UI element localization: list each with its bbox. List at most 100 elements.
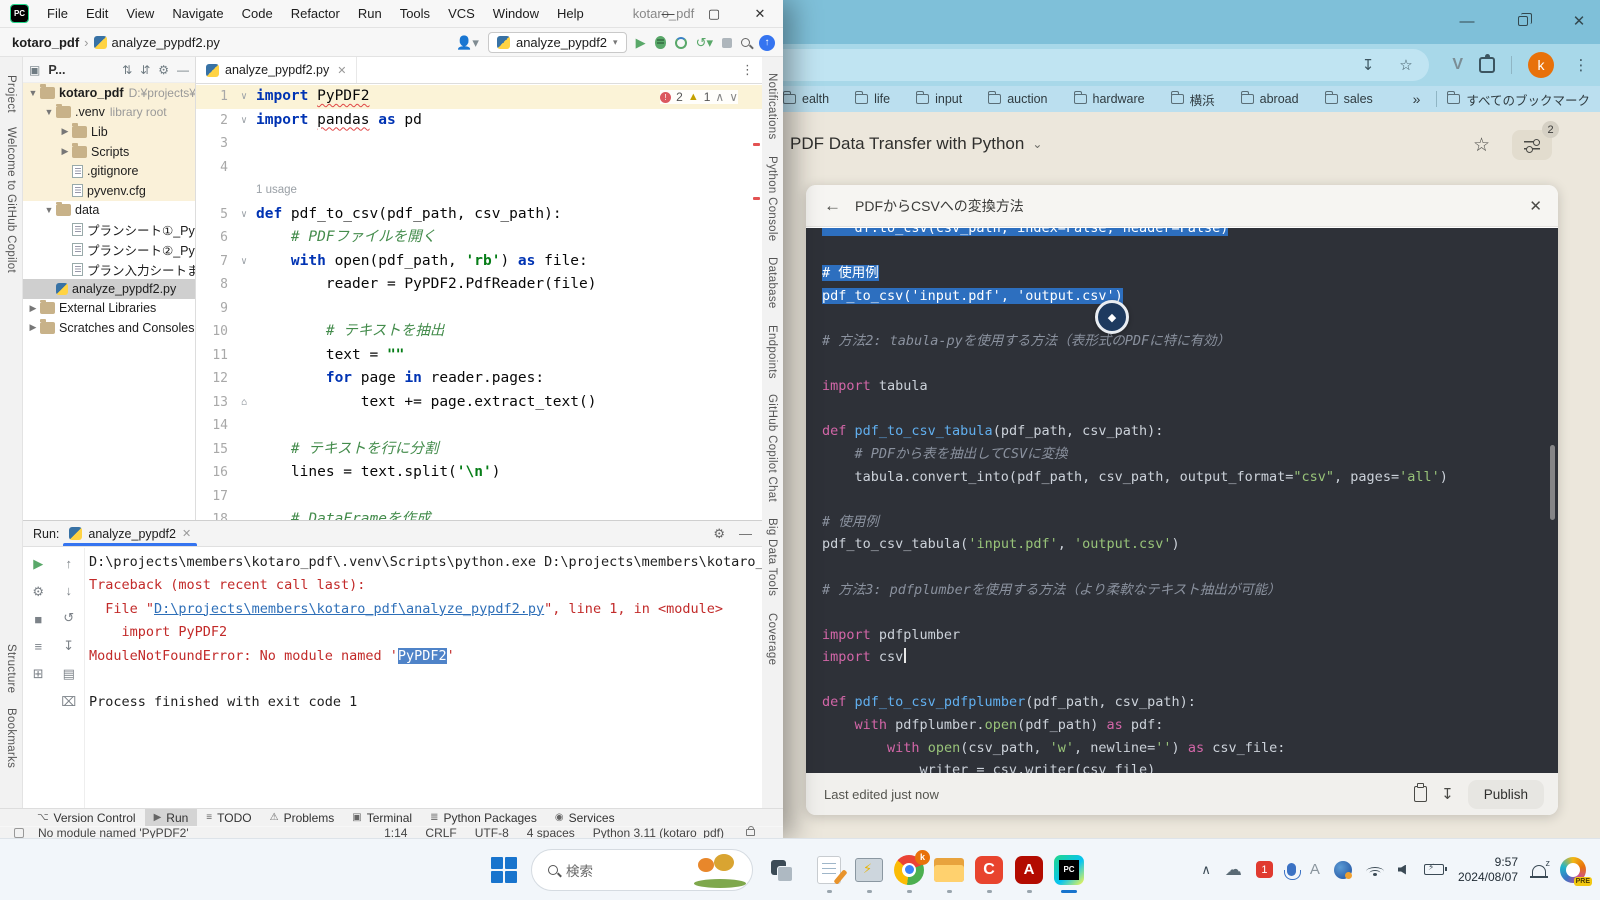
canvas-code-line[interactable] — [822, 669, 1558, 692]
code-line[interactable]: 2∨import pandas as pd — [196, 109, 762, 133]
tree-chevron-icon[interactable]: ▶ — [59, 146, 71, 157]
tool-strip-label[interactable]: Database — [766, 257, 778, 309]
canvas-scrollbar[interactable] — [1550, 445, 1555, 520]
fold-marker-icon[interactable]: ∨ — [232, 203, 256, 227]
minimize-button[interactable]: — — [645, 0, 691, 27]
canvas-code-line[interactable]: # 使用例 — [822, 511, 1558, 534]
tray-app-icon[interactable]: A — [1310, 861, 1320, 878]
editor-options-icon[interactable]: ⋮ — [741, 62, 754, 78]
code-area[interactable]: 1∨import PyPDF22∨import pandas as pd341 … — [196, 85, 762, 520]
canvas-code-line[interactable]: # 方法2: tabula-pyを使用する方法（表形式のPDFに特に有効） — [822, 330, 1558, 353]
profile-avatar[interactable]: k — [1528, 52, 1554, 78]
fold-marker-icon[interactable]: ⌂ — [232, 391, 256, 415]
notification-count-icon[interactable]: 1 — [1256, 861, 1273, 878]
volume-icon[interactable] — [1398, 865, 1406, 875]
tree-item[interactable]: ▼kotaro_pdfD:¥projects¥m — [23, 83, 195, 103]
canvas-code-line[interactable]: import pdfplumber — [822, 624, 1558, 647]
tree-chevron-icon[interactable]: ▼ — [27, 88, 39, 98]
hide-panel-icon[interactable]: — — [177, 63, 189, 77]
canvas-code-line[interactable]: # 使用例 — [822, 262, 1558, 285]
run-settings-gear-icon[interactable]: ⚙ — [713, 526, 725, 542]
bookmark-folder[interactable]: sales — [1325, 90, 1373, 109]
notepad-taskbar-icon[interactable] — [809, 844, 849, 896]
canvas-code-line[interactable] — [822, 353, 1558, 376]
fold-marker-icon[interactable]: ∨ — [232, 250, 256, 274]
code-line[interactable]: 15 # テキストを行に分割 — [196, 438, 762, 462]
wifi-icon[interactable] — [1366, 864, 1384, 876]
canvas-code-line[interactable]: with open(csv_path, 'w', newline='') as … — [822, 737, 1558, 760]
run-tab[interactable]: analyze_pypdf2 ✕ — [59, 521, 201, 546]
canvas-code-line[interactable]: with pdfplumber.open(pdf_path) as pdf: — [822, 714, 1558, 737]
run-with-coverage-button[interactable]: ↺▾ — [696, 35, 713, 51]
code-line[interactable]: 16 lines = text.split('\n') — [196, 461, 762, 485]
extensions-icon[interactable] — [1479, 57, 1495, 73]
publish-button[interactable]: Publish — [1468, 780, 1544, 809]
canvas-code-line[interactable]: # PDFから表を抽出してCSVに変換 — [822, 443, 1558, 466]
canvas-code-line[interactable]: writer = csv.writer(csv_file) — [822, 759, 1558, 773]
explorer-taskbar-icon[interactable] — [929, 844, 969, 896]
bookmark-folder[interactable]: auction — [988, 90, 1047, 109]
canvas-code-line[interactable]: pdf_to_csv('input.pdf', 'output.csv') — [822, 285, 1558, 308]
canvas-code-line[interactable]: tabula.convert_into(pdf_path, csv_path, … — [822, 466, 1558, 489]
microphone-icon[interactable] — [1287, 863, 1296, 876]
bookmark-folder[interactable]: input — [916, 90, 962, 109]
rerun-icon[interactable]: ▶ — [33, 556, 43, 572]
bookmark-star-icon[interactable]: ☆ — [1395, 56, 1417, 74]
editor-tab[interactable]: analyze_pypdf2.py ✕ — [196, 57, 357, 83]
download-icon[interactable]: ↧ — [1441, 785, 1454, 803]
tree-item[interactable]: ▼data — [23, 201, 195, 221]
tree-item[interactable]: プラン入力シートまと — [23, 259, 195, 279]
menu-view[interactable]: View — [117, 0, 163, 28]
tool-strip-label[interactable]: GitHub Copilot Chat — [766, 394, 778, 502]
file-link[interactable]: D:\projects\members\kotaro_pdf\analyze_p… — [154, 601, 544, 617]
tool-strip-label[interactable]: Big Data Tools — [766, 518, 778, 596]
close-run-tab-icon[interactable]: ✕ — [182, 527, 191, 540]
remote-taskbar-icon[interactable] — [849, 844, 889, 896]
browser-restore-button[interactable] — [1508, 8, 1538, 34]
install-icon[interactable]: ↧ — [1357, 56, 1379, 74]
canvas-code-line[interactable] — [822, 601, 1558, 624]
debug-button[interactable] — [655, 36, 666, 49]
bookmark-folder[interactable]: life — [855, 90, 890, 109]
menu-code[interactable]: Code — [233, 0, 282, 28]
tool-strip-label[interactable]: Structure — [5, 644, 17, 693]
all-bookmarks-button[interactable]: すべてのブックマーク — [1447, 90, 1590, 109]
notification-bell-icon[interactable] — [1532, 865, 1546, 877]
extension-v-icon[interactable]: V — [1452, 56, 1463, 74]
clear-icon[interactable]: ⌧ — [61, 694, 76, 710]
code-line[interactable]: 18 # DataFrameを作成 — [196, 508, 762, 520]
copilot-icon[interactable]: PRE — [1560, 857, 1586, 883]
start-button[interactable] — [487, 844, 521, 896]
acrobat-taskbar-icon[interactable]: A — [1009, 844, 1049, 896]
clock[interactable]: 9:57 2024/08/07 — [1458, 855, 1518, 885]
tray-sphere-icon[interactable] — [1334, 861, 1352, 879]
search-highlight-image[interactable] — [694, 854, 746, 888]
code-line[interactable]: 9 — [196, 297, 762, 321]
task-view-button[interactable] — [769, 858, 793, 882]
code-line[interactable]: 10 # テキストを抽出 — [196, 320, 762, 344]
tree-chevron-icon[interactable]: ▶ — [59, 126, 71, 137]
menu-navigate[interactable]: Navigate — [163, 0, 232, 28]
tree-chevron-icon[interactable]: ▼ — [43, 205, 55, 215]
tree-item[interactable]: プランシート①_Pyth — [23, 220, 195, 240]
run-config-selector[interactable]: analyze_pypdf2 ▾ — [488, 32, 627, 53]
tool-strip-label[interactable]: Endpoints — [766, 325, 778, 379]
menu-vcs[interactable]: VCS — [439, 0, 484, 28]
bookmark-folder[interactable]: abroad — [1241, 90, 1299, 109]
canvas-code-line[interactable]: def pdf_to_csv_tabula(pdf_path, csv_path… — [822, 420, 1558, 443]
tree-chevron-icon[interactable]: ▶ — [27, 303, 39, 314]
menu-tools[interactable]: Tools — [391, 0, 439, 28]
onedrive-icon[interactable]: ☁ — [1225, 860, 1242, 880]
menu-help[interactable]: Help — [548, 0, 593, 28]
project-panel-title[interactable]: P... — [48, 63, 65, 77]
restore-layout-icon[interactable]: ↺ — [63, 610, 74, 626]
pin-icon[interactable]: ⊞ — [33, 666, 44, 682]
browser-minimize-button[interactable]: — — [1452, 8, 1482, 34]
back-arrow-icon[interactable]: ← — [824, 196, 841, 216]
canvas-code-line[interactable]: pdf_to_csv_tabula('input.pdf', 'output.c… — [822, 533, 1558, 556]
canvas-code-line[interactable] — [822, 398, 1558, 421]
tree-chevron-icon[interactable]: ▶ — [27, 322, 39, 333]
run-console[interactable]: D:\projects\members\kotaro_pdf\.venv\Scr… — [89, 551, 762, 808]
code-line[interactable]: 7∨ with open(pdf_path, 'rb') as file: — [196, 250, 762, 274]
copy-icon[interactable] — [1414, 786, 1427, 802]
